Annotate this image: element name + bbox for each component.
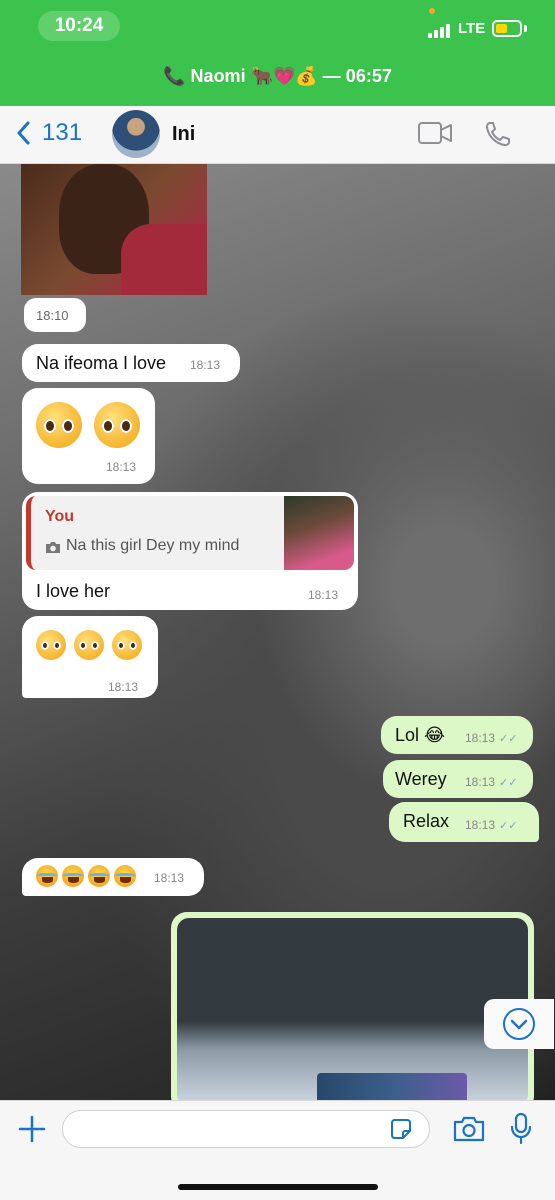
reply-message[interactable]: You Na this girl Dey my mind I love her …: [22, 492, 358, 610]
message-meta: 18:13 ✓✓: [465, 818, 517, 832]
quote-author: You: [45, 508, 75, 525]
outgoing-message-bubble[interactable]: Werey 18:13 ✓✓: [383, 760, 533, 798]
battery-icon: [492, 20, 522, 37]
face-with-tears-of-joy-emoji: [88, 865, 110, 887]
battery-nub: [524, 25, 527, 32]
message-time: 18:13: [308, 588, 339, 602]
signal-icon: [428, 22, 454, 38]
message-text: Relax: [403, 811, 450, 831]
media-keyboard-detail: [317, 1073, 467, 1100]
camera-icon: [46, 542, 60, 553]
voice-call-icon[interactable]: [484, 120, 512, 148]
message-bubble[interactable]: Na ifeoma I love 18:13: [22, 344, 240, 382]
emoji-message[interactable]: 18:13: [22, 616, 158, 698]
contact-name[interactable]: Ini: [172, 123, 195, 146]
double-check-icon: ✓✓: [499, 733, 518, 745]
quoted-message[interactable]: You Na this girl Dey my mind: [26, 496, 354, 570]
message-time: 18:13: [108, 680, 139, 694]
message-text: I love her: [36, 581, 111, 601]
outgoing-message-bubble[interactable]: Lol 😂 18:13 ✓✓: [381, 716, 533, 754]
back-button[interactable]: 131: [16, 119, 82, 147]
message-input[interactable]: [62, 1110, 430, 1148]
message-time: 18:13: [190, 358, 221, 372]
message-text: Werey: [395, 769, 447, 789]
image-message[interactable]: [21, 164, 207, 295]
emoji-message[interactable]: 18:13: [22, 388, 155, 484]
mic-in-use-indicator: [429, 8, 435, 14]
pleading-face-emoji: [74, 630, 104, 660]
message-meta: 18:13 ✓✓: [465, 775, 517, 789]
network-type: LTE: [458, 20, 486, 37]
image-timestamp-bubble: 18:10: [24, 298, 86, 332]
chat-area[interactable]: 18:10 Na ifeoma I love 18:13 18:13 You N…: [0, 164, 555, 1100]
message-time: 18:13: [106, 460, 137, 474]
quote-thumbnail: [284, 496, 354, 570]
pleading-face-emoji: [36, 402, 82, 448]
sticker-icon[interactable]: [389, 1117, 413, 1141]
video-call-icon[interactable]: [417, 120, 453, 146]
pleading-face-emoji: [94, 402, 140, 448]
scroll-to-bottom-button[interactable]: [484, 999, 554, 1049]
message-time: 18:13: [465, 818, 496, 832]
home-indicator: [178, 1184, 378, 1190]
chevron-down-icon: [503, 1008, 535, 1040]
pleading-face-emoji: [112, 630, 142, 660]
message-text: Lol 😂: [395, 725, 446, 745]
outgoing-media-message[interactable]: [171, 912, 534, 1100]
message-composer: [0, 1100, 555, 1200]
quote-text: Na this girl Dey my mind: [66, 537, 240, 554]
plus-icon[interactable]: [18, 1115, 46, 1143]
image-shirt: [121, 224, 207, 295]
face-with-tears-of-joy-emoji: [36, 865, 58, 887]
double-check-icon: ✓✓: [499, 777, 518, 789]
unread-count: 131: [42, 119, 83, 146]
message-time: 18:13: [154, 871, 185, 885]
status-time: 10:24: [38, 11, 120, 41]
contact-avatar[interactable]: [112, 110, 160, 158]
media-thumbnail: [177, 918, 528, 1100]
outgoing-message-bubble[interactable]: Relax 18:13 ✓✓: [389, 802, 539, 842]
message-time: 18:13: [465, 775, 496, 789]
message-time: 18:10: [36, 308, 69, 323]
emoji-message[interactable]: 18:13: [22, 858, 204, 896]
pleading-face-emoji: [36, 630, 66, 660]
ongoing-call-banner[interactable]: 10:24 LTE 📞 Naomi 🐂💗💰 — 06:57: [0, 0, 555, 106]
camera-icon[interactable]: [452, 1115, 486, 1143]
microphone-icon[interactable]: [509, 1112, 533, 1146]
chat-header: 131 Ini: [0, 106, 555, 164]
double-check-icon: ✓✓: [499, 820, 518, 832]
call-banner-text: 📞 Naomi 🐂💗💰 — 06:57: [163, 66, 392, 86]
chevron-left-icon: [17, 121, 30, 145]
message-text: Na ifeoma I love: [36, 353, 167, 373]
face-with-tears-of-joy-emoji: [114, 865, 136, 887]
message-time: 18:13: [465, 731, 496, 745]
message-meta: 18:13 ✓✓: [465, 731, 517, 745]
face-with-tears-of-joy-emoji: [62, 865, 84, 887]
